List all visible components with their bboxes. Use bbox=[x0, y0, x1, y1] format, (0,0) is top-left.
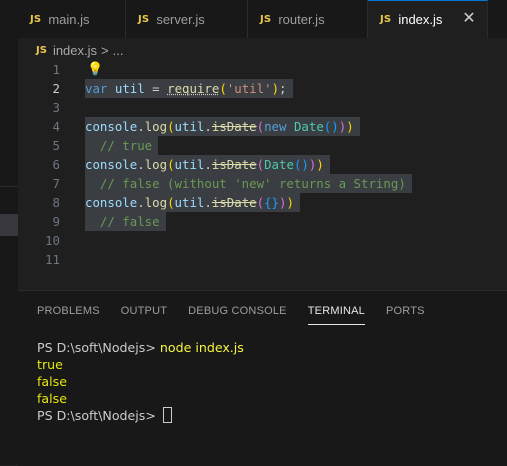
code-text: // true bbox=[85, 136, 159, 155]
tab-ports[interactable]: PORTS bbox=[386, 302, 425, 324]
js-file-icon: JS bbox=[260, 13, 272, 25]
code-line: 7 // false (without 'new' returns a Stri… bbox=[18, 174, 507, 193]
line-number: 5 bbox=[52, 138, 60, 153]
bottom-panel: PROBLEMS OUTPUT DEBUG CONSOLE TERMINAL P… bbox=[18, 290, 507, 466]
code-line: 2 var util = require('util'); bbox=[18, 79, 507, 98]
line-number: 4 bbox=[52, 119, 60, 134]
tab-output[interactable]: OUTPUT bbox=[121, 302, 167, 324]
close-icon[interactable]: ✕ bbox=[461, 11, 477, 27]
tab-index-js[interactable]: JS index.js ✕ bbox=[368, 0, 488, 38]
line-number: 10 bbox=[45, 233, 60, 248]
line-number: 3 bbox=[52, 100, 60, 115]
tab-label: server.js bbox=[156, 11, 205, 27]
js-file-icon: JS bbox=[36, 44, 47, 56]
code-line: 1 💡 bbox=[18, 60, 507, 79]
js-file-icon: JS bbox=[30, 13, 42, 25]
tab-router-js[interactable]: JS router.js bbox=[248, 0, 368, 38]
line-number: 9 bbox=[52, 214, 60, 229]
lightbulb-icon[interactable]: 💡 bbox=[87, 60, 103, 79]
terminal-prompt: PS D:\soft\Nodejs> bbox=[37, 408, 160, 423]
tab-debug-console[interactable]: DEBUG CONSOLE bbox=[188, 302, 287, 324]
tab-label: main.js bbox=[48, 11, 90, 27]
terminal-line: false bbox=[37, 374, 67, 389]
code-line: 5 // true bbox=[18, 136, 507, 155]
code-editor[interactable]: 1 💡 2 var util = require('util'); 3 4 co… bbox=[18, 60, 507, 274]
line-number: 11 bbox=[45, 252, 60, 267]
code-text: console.log(util.isDate(new Date())) bbox=[85, 117, 360, 136]
code-line: 11 bbox=[18, 250, 507, 269]
code-line: 8 console.log(util.isDate({})) bbox=[18, 193, 507, 212]
line-number: 2 bbox=[52, 81, 60, 96]
panel-tabs: PROBLEMS OUTPUT DEBUG CONSOLE TERMINAL P… bbox=[37, 302, 446, 325]
terminal-line: false bbox=[37, 391, 67, 406]
code-text: console.log(util.isDate({})) bbox=[85, 193, 300, 212]
js-file-icon: JS bbox=[380, 14, 392, 25]
activity-selection bbox=[0, 214, 18, 236]
terminal-line: PS D:\soft\Nodejs> node index.js bbox=[37, 339, 244, 356]
terminal-prompt: PS D:\soft\Nodejs> bbox=[37, 340, 160, 355]
code-text: console.log(util.isDate(Date())) bbox=[85, 155, 330, 174]
line-number: 7 bbox=[52, 176, 60, 191]
code-line: 6 console.log(util.isDate(Date())) bbox=[18, 155, 507, 174]
terminal-cursor bbox=[162, 407, 172, 423]
tab-server-js[interactable]: JS server.js bbox=[126, 0, 248, 38]
tab-label: router.js bbox=[278, 11, 325, 27]
terminal-line: PS D:\soft\Nodejs> bbox=[37, 407, 244, 424]
line-number: 6 bbox=[52, 157, 60, 172]
editor-tab-bar: JS main.js JS server.js JS router.js JS … bbox=[18, 0, 507, 38]
breadcrumb: JS index.js > ... bbox=[36, 40, 123, 60]
terminal-output[interactable]: PS D:\soft\Nodejs> node index.js true fa… bbox=[37, 339, 244, 424]
code-line: 3 bbox=[18, 98, 507, 117]
code-text: var util = require('util'); bbox=[85, 79, 293, 98]
terminal-command: node index.js bbox=[159, 340, 244, 355]
tab-problems[interactable]: PROBLEMS bbox=[37, 302, 100, 324]
breadcrumb-file[interactable]: index.js bbox=[53, 43, 97, 58]
breadcrumb-separator: > bbox=[101, 42, 109, 58]
line-number: 1 bbox=[52, 62, 60, 77]
code-text: // false (without 'new' returns a String… bbox=[85, 174, 412, 193]
tab-terminal[interactable]: TERMINAL bbox=[307, 302, 365, 325]
activity-divider bbox=[0, 186, 18, 187]
breadcrumb-more[interactable]: ... bbox=[113, 43, 124, 58]
code-line: 10 bbox=[18, 231, 507, 250]
tab-label: index.js bbox=[398, 12, 443, 27]
js-file-icon: JS bbox=[138, 13, 150, 25]
code-text: // false bbox=[85, 212, 166, 231]
terminal-line: true bbox=[37, 357, 63, 372]
code-line: 4 console.log(util.isDate(new Date())) bbox=[18, 117, 507, 136]
tab-main-js[interactable]: JS main.js bbox=[18, 0, 126, 38]
line-number: 8 bbox=[52, 195, 60, 210]
code-line: 9 // false bbox=[18, 212, 507, 231]
